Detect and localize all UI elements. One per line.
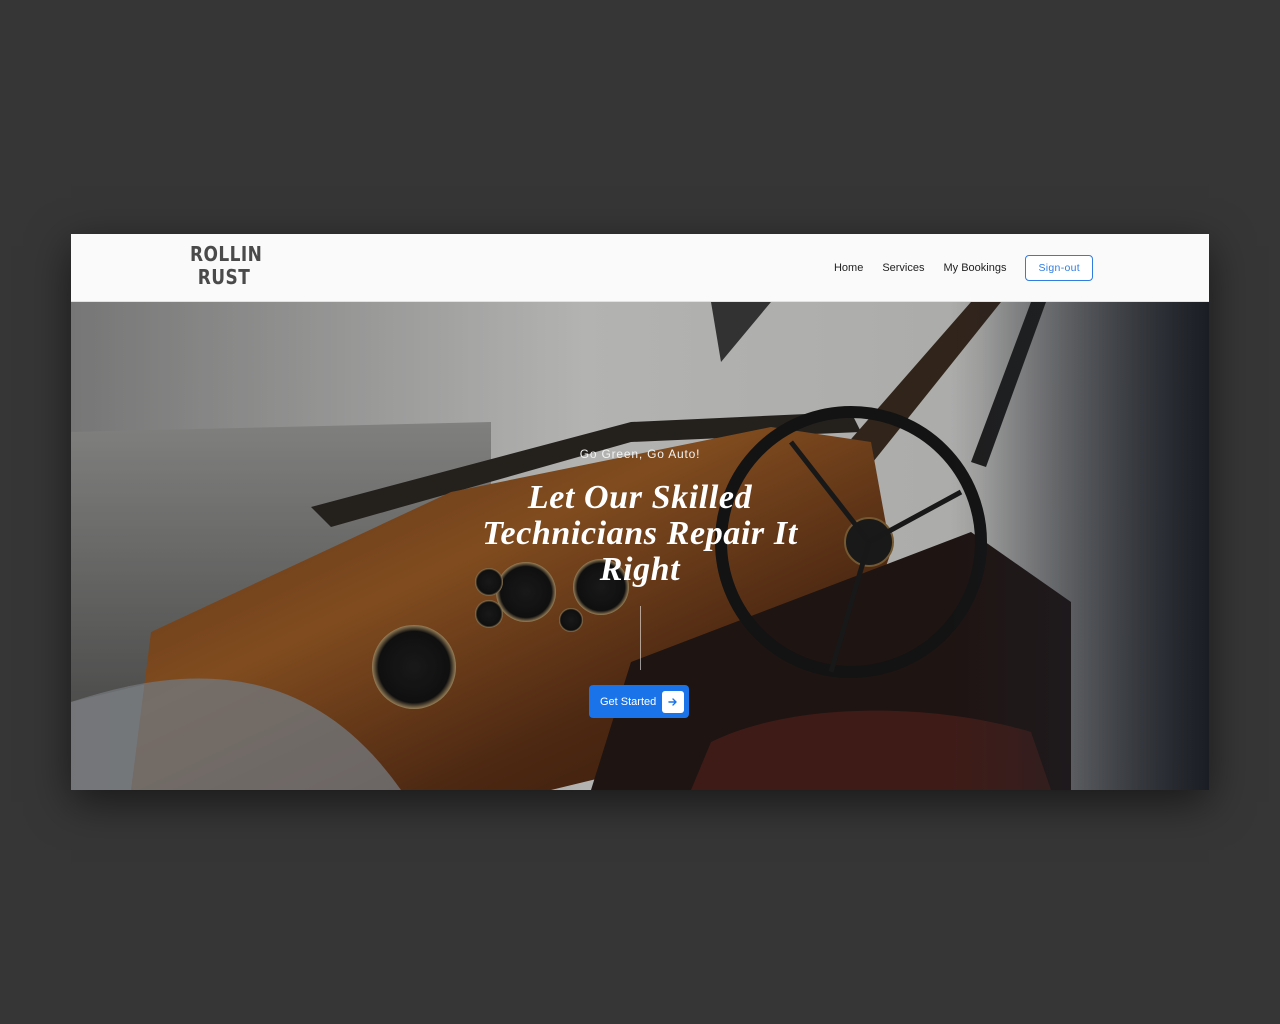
hero-content: Go Green, Go Auto! Let Our Skilled Techn… bbox=[71, 302, 1209, 790]
website-window: ROLLIN RUST Home Services My Bookings Si… bbox=[71, 234, 1209, 790]
nav-my-bookings-link[interactable]: My Bookings bbox=[944, 262, 1007, 274]
hero-eyebrow: Go Green, Go Auto! bbox=[579, 447, 701, 461]
nav-home-link[interactable]: Home bbox=[834, 262, 863, 274]
hero-divider-line bbox=[640, 606, 641, 670]
arrow-right-icon bbox=[662, 690, 685, 713]
logo-line-2: RUST bbox=[197, 265, 251, 289]
hero-headline: Let Our Skilled Technicians Repair It Ri… bbox=[482, 479, 798, 588]
get-started-label: Get Started bbox=[600, 695, 657, 708]
hero-section: Go Green, Go Auto! Let Our Skilled Techn… bbox=[71, 302, 1209, 790]
logo-line-1: ROLLIN bbox=[190, 242, 263, 266]
get-started-button[interactable]: Get Started bbox=[589, 685, 690, 718]
nav-services-link[interactable]: Services bbox=[882, 262, 924, 274]
site-logo[interactable]: ROLLIN RUST bbox=[190, 242, 263, 289]
main-nav: Home Services My Bookings Sign-out bbox=[834, 234, 1093, 301]
signout-button[interactable]: Sign-out bbox=[1025, 254, 1093, 281]
navbar: ROLLIN RUST Home Services My Bookings Si… bbox=[71, 234, 1209, 302]
